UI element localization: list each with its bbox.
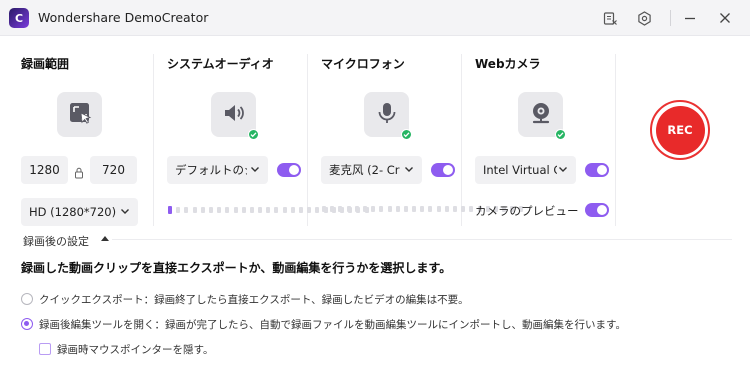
hide-pointer-checkbox[interactable] — [39, 343, 51, 355]
column-divider — [461, 54, 462, 226]
speaker-icon — [221, 100, 247, 130]
system-audio-toggle[interactable] — [277, 163, 301, 177]
titlebar-separator — [670, 10, 671, 26]
webcam-device-select[interactable]: Intel Virtual C — [475, 156, 576, 184]
system-audio-device-value: デフォルトのシステム — [175, 163, 247, 177]
section-divider — [112, 239, 732, 240]
check-icon — [555, 129, 566, 140]
system-audio-device-select[interactable]: デフォルトのシステム — [167, 156, 268, 184]
camera-preview-label: カメラのプレビュー — [475, 204, 579, 218]
resolution-select-value: HD (1280*720) — [29, 205, 117, 219]
check-icon — [248, 129, 259, 140]
webcam-section-title: Webカメラ — [475, 57, 541, 71]
webcam-device-value: Intel Virtual C — [483, 163, 557, 177]
column-divider — [615, 54, 616, 226]
microphone-device-value: 麦克风 (2- Cr — [329, 163, 400, 177]
quick-export-radio[interactable] — [21, 293, 33, 305]
check-icon — [401, 129, 412, 140]
chevron-down-icon — [119, 205, 131, 220]
open-editor-label[interactable]: 録画後編集ツールを開く：録画が完了したら、自動で録画ファイルを動画編集ツールにイ… — [39, 317, 626, 332]
width-input[interactable]: 1280 — [21, 156, 68, 184]
title-bar: C Wondershare DemoCreator — [0, 0, 750, 36]
settings-icon[interactable] — [635, 9, 653, 27]
column-divider — [153, 54, 154, 226]
minimize-icon[interactable] — [681, 9, 699, 27]
rec-button[interactable]: REC — [650, 100, 710, 160]
export-log-icon[interactable] — [601, 9, 619, 27]
system-audio-button[interactable] — [211, 92, 259, 140]
chevron-up-icon[interactable] — [101, 236, 109, 241]
open-editor-radio[interactable] — [21, 318, 33, 330]
microphone-device-select[interactable]: 麦克风 (2- Cr — [321, 156, 422, 184]
webcam-icon — [528, 100, 554, 130]
chevron-down-icon — [557, 163, 569, 178]
webcam-toggle[interactable] — [585, 163, 609, 177]
rec-button-label: REC — [655, 105, 705, 155]
microphone-toggle[interactable] — [431, 163, 455, 177]
height-input[interactable]: 720 — [90, 156, 137, 184]
chevron-down-icon — [403, 163, 415, 178]
camera-preview-toggle[interactable] — [585, 203, 609, 217]
column-divider — [307, 54, 308, 226]
microphone-icon — [374, 100, 400, 130]
window-title: Wondershare DemoCreator — [38, 10, 209, 25]
after-recording-header[interactable]: 録画後の設定 — [23, 233, 89, 249]
screen-region-button[interactable] — [57, 92, 102, 137]
quick-export-label[interactable]: クイックエクスポート：録画終了したら直接エクスポート、録画したビデオの編集は不要… — [39, 292, 469, 307]
chevron-down-icon — [249, 163, 261, 178]
screen-section-title: 録画範囲 — [21, 57, 70, 71]
close-icon[interactable] — [716, 9, 734, 27]
after-recording-description: 録画した動画クリップを直接エクスポートか、動画編集を行うかを選択します。 — [21, 261, 452, 275]
hide-pointer-label[interactable]: 録画時マウスポインターを隠す。 — [57, 342, 213, 357]
system-audio-section-title: システムオーディオ — [167, 57, 274, 71]
resolution-select[interactable]: HD (1280*720) — [21, 198, 138, 226]
webcam-button[interactable] — [518, 92, 566, 140]
app-logo-icon: C — [9, 8, 29, 28]
screen-region-icon — [67, 100, 93, 130]
microphone-section-title: マイクロフォン — [321, 57, 405, 71]
lock-aspect-icon[interactable] — [74, 164, 84, 183]
microphone-button[interactable] — [364, 92, 412, 140]
